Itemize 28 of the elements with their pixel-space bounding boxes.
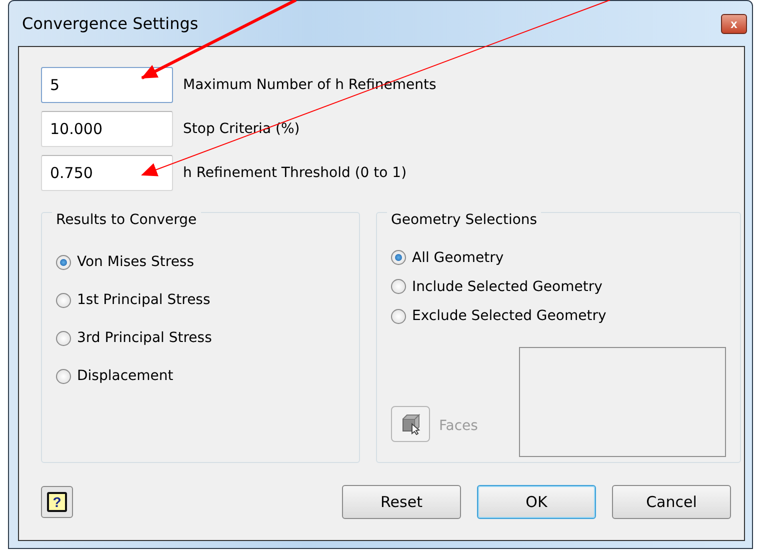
- number-field[interactable]: 10.000: [41, 111, 173, 147]
- radio-option[interactable]: 3rd Principal Stress: [56, 319, 345, 357]
- dialog-button[interactable]: Cancel: [612, 485, 731, 519]
- radio-dot[interactable]: [391, 250, 406, 266]
- cube-cursor-icon: [400, 412, 422, 435]
- number-field[interactable]: 5: [41, 67, 173, 103]
- radio-option[interactable]: Exclude Selected Geometry: [391, 302, 726, 331]
- dialog-button[interactable]: OK: [477, 485, 596, 519]
- selection-list[interactable]: [519, 346, 726, 457]
- radio-option[interactable]: Include Selected Geometry: [391, 272, 726, 302]
- window-title: Convergence Settings: [21, 14, 198, 33]
- group-title: Geometry Selections: [387, 212, 542, 228]
- radio-dot[interactable]: [391, 308, 406, 324]
- radio-dot[interactable]: [56, 292, 71, 308]
- faces-label: Faces: [439, 418, 478, 434]
- radio-dot[interactable]: [56, 368, 71, 384]
- field-label: h Refinement Threshold (0 to 1): [183, 165, 407, 181]
- radio-dot[interactable]: [56, 330, 71, 346]
- radio-option[interactable]: Von Mises Stress: [56, 243, 345, 281]
- dialog-button[interactable]: Reset: [342, 485, 461, 519]
- radio-dot[interactable]: [391, 279, 406, 294]
- group-title: Results to Converge: [52, 212, 201, 228]
- number-field[interactable]: 0.750: [41, 155, 173, 191]
- radio-option[interactable]: All Geometry: [391, 243, 726, 272]
- help-button[interactable]: ?: [41, 486, 73, 518]
- radio-dot[interactable]: [56, 254, 71, 270]
- radio-option[interactable]: Displacement: [56, 357, 345, 395]
- radio-option[interactable]: 1st Principal Stress: [56, 281, 345, 319]
